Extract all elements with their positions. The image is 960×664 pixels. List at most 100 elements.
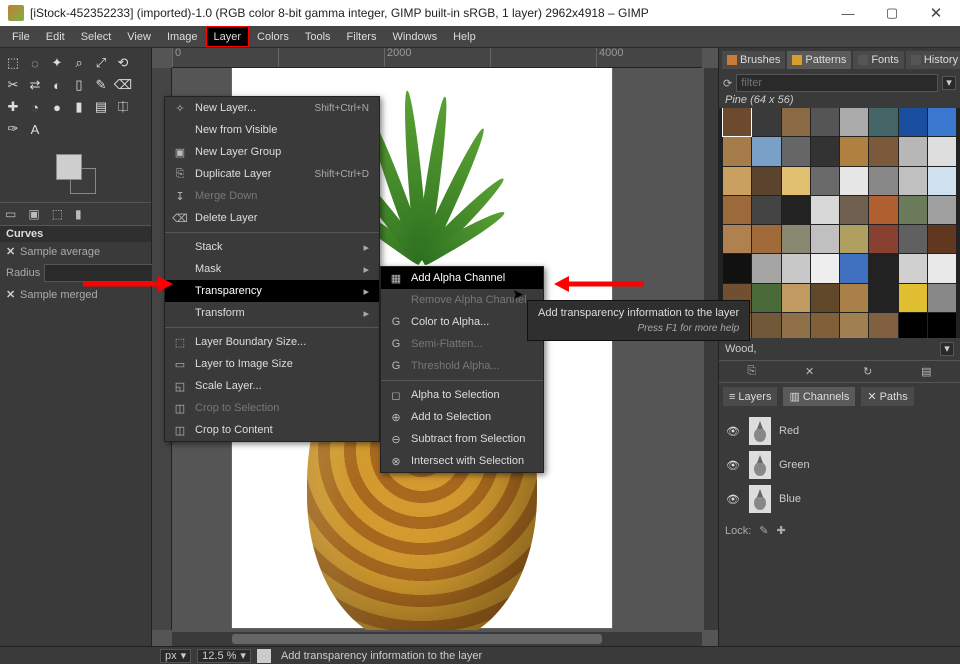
pattern-swatch[interactable] [782,167,810,195]
pattern-swatch[interactable] [899,108,927,136]
zoom-selector[interactable]: 12.5 %▾ [197,649,251,663]
dock-tab-patterns[interactable]: Patterns [787,51,851,69]
pattern-swatch[interactable] [928,313,956,338]
pattern-swatch[interactable] [752,167,780,195]
pattern-swatch[interactable] [782,284,810,312]
pattern-swatch[interactable] [928,137,956,165]
tool-button[interactable]: ✎ [91,75,111,95]
tool-button[interactable]: A [25,119,45,139]
pattern-swatch[interactable] [811,196,839,224]
menu-item-intersect-with-selection[interactable]: ⊗Intersect with Selection [381,450,543,472]
unit-selector[interactable]: px▾ [160,649,191,663]
menu-item-layer-to-image-size[interactable]: ▭Layer to Image Size [165,353,379,375]
tool-preset-button[interactable]: ▮ [72,205,85,223]
pattern-swatch[interactable] [869,196,897,224]
tool-button[interactable]: ◔ [25,97,45,117]
pattern-swatch[interactable] [811,313,839,338]
tab-channels[interactable]: ▥ Channels [783,387,855,406]
pattern-swatch[interactable] [752,284,780,312]
pattern-swatch[interactable] [928,225,956,253]
menu-item-new-layer-group[interactable]: ▣New Layer Group [165,141,379,163]
menu-view[interactable]: View [119,26,159,47]
dock-tab-history[interactable]: History [906,51,960,69]
tool-button[interactable]: ✑ [3,119,23,139]
tool-preset-button[interactable]: ⬚ [49,205,66,223]
tool-button[interactable]: ⤢ [91,53,111,73]
pattern-swatch[interactable] [752,254,780,282]
pattern-swatch[interactable] [811,284,839,312]
menu-windows[interactable]: Windows [384,26,445,47]
pattern-toolbar-button[interactable]: ↻ [863,365,872,378]
pattern-swatch[interactable] [752,225,780,253]
pattern-swatch[interactable] [840,196,868,224]
tool-button[interactable]: ⌫ [113,75,133,95]
close-button[interactable]: ✕ [914,0,958,26]
menu-item-transparency[interactable]: Transparency▸ [165,280,379,302]
pattern-swatch[interactable] [723,167,751,195]
tool-preset-button[interactable]: ▣ [25,205,42,223]
visibility-icon[interactable]: 👁 [725,493,741,506]
menu-item-mask[interactable]: Mask▸ [165,258,379,280]
filter-dropdown-button[interactable]: ▾ [942,76,956,90]
tool-button[interactable]: ▤ [91,97,111,117]
pattern-swatch[interactable] [869,167,897,195]
menu-item-add-alpha-channel[interactable]: ▦Add Alpha Channel [381,267,543,289]
lock-position-icon[interactable]: ✚ [777,524,786,537]
pattern-swatch[interactable] [840,167,868,195]
menu-item-delete-layer[interactable]: ⌫Delete Layer [165,207,379,229]
pattern-swatch[interactable] [899,167,927,195]
menu-item-transform[interactable]: Transform▸ [165,302,379,324]
pattern-swatch[interactable] [723,254,751,282]
channel-row-blue[interactable]: 👁Blue [725,482,954,516]
pattern-swatch[interactable] [928,167,956,195]
tab-layers[interactable]: ≡ Layers [723,387,777,406]
pattern-swatch[interactable] [782,137,810,165]
tool-button[interactable]: ⟲ [113,53,133,73]
menu-item-scale-layer[interactable]: ◱Scale Layer... [165,375,379,397]
dock-tab-brushes[interactable]: Brushes [722,51,785,69]
pattern-swatch[interactable] [723,225,751,253]
tool-button[interactable]: ▮ [69,97,89,117]
tool-button[interactable]: ⬚ [3,53,23,73]
pattern-swatch[interactable] [723,108,751,136]
tool-button[interactable]: ◌ [25,53,45,73]
maximize-button[interactable]: ▢ [870,0,914,26]
pattern-swatch[interactable] [782,313,810,338]
pattern-swatch[interactable] [752,108,780,136]
menu-item-alpha-to-selection[interactable]: ◻Alpha to Selection [381,384,543,406]
menu-item-add-to-selection[interactable]: ⊕Add to Selection [381,406,543,428]
pattern-swatch[interactable] [840,254,868,282]
pattern-swatch[interactable] [811,254,839,282]
pattern-dropdown-button[interactable]: ▾ [940,342,954,356]
pattern-swatch[interactable] [899,313,927,338]
pattern-swatch[interactable] [811,225,839,253]
menu-item-new-layer[interactable]: ✧New Layer...Shift+Ctrl+N [165,97,379,119]
menu-item-subtract-from-selection[interactable]: ⊖Subtract from Selection [381,428,543,450]
pattern-swatch[interactable] [840,137,868,165]
pattern-toolbar-button[interactable]: ▤ [921,365,931,378]
pattern-swatch[interactable] [752,137,780,165]
pattern-swatch[interactable] [899,137,927,165]
pattern-swatch[interactable] [899,196,927,224]
tool-preset-button[interactable]: ▭ [2,205,19,223]
pattern-swatch[interactable] [782,108,810,136]
pattern-swatch[interactable] [899,225,927,253]
pattern-swatch[interactable] [723,137,751,165]
tab-paths[interactable]: ✕ Paths [861,387,913,406]
menu-select[interactable]: Select [73,26,120,47]
menu-item-new-from-visible[interactable]: New from Visible [165,119,379,141]
menu-item-crop-to-content[interactable]: ◫Crop to Content [165,419,379,441]
menu-item-stack[interactable]: Stack▸ [165,236,379,258]
menu-item-color-to-alpha[interactable]: GColor to Alpha... [381,311,543,333]
pattern-swatch[interactable] [840,108,868,136]
pattern-swatch[interactable] [869,284,897,312]
pattern-swatch[interactable] [869,313,897,338]
pattern-swatch[interactable] [752,313,780,338]
menu-filters[interactable]: Filters [339,26,385,47]
tool-button[interactable]: ⎅ [113,97,133,117]
pattern-swatch[interactable] [752,196,780,224]
pattern-swatch[interactable] [869,108,897,136]
menu-item-layer-boundary-size[interactable]: ⬚Layer Boundary Size... [165,331,379,353]
horizontal-scrollbar[interactable] [172,632,702,646]
tool-button[interactable]: ◐ [47,75,67,95]
